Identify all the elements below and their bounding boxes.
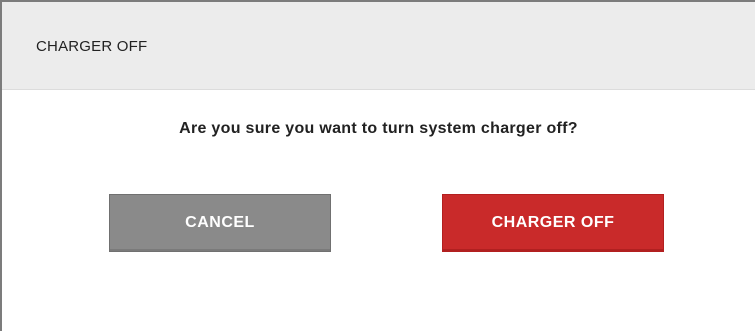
- charger-off-button-label: CHARGER OFF: [491, 214, 615, 231]
- cancel-button-label: CANCEL: [185, 214, 255, 231]
- charger-off-button[interactable]: CHARGER OFF: [442, 194, 664, 252]
- confirmation-message: Are you sure you want to turn system cha…: [179, 120, 578, 137]
- dialog-header: CHARGER OFF: [2, 2, 755, 90]
- cancel-button[interactable]: CANCEL: [109, 194, 331, 252]
- charger-off-dialog: CHARGER OFF Are you sure you want to tur…: [0, 0, 755, 331]
- dialog-title: CHARGER OFF: [36, 38, 148, 55]
